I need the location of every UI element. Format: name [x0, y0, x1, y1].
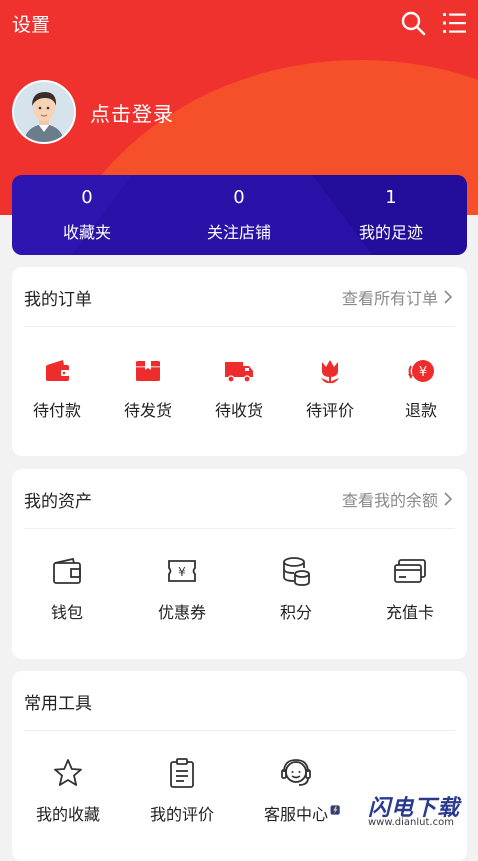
order-item-label: 待收货: [214, 401, 263, 420]
stat-label: 关注店铺: [206, 223, 271, 242]
order-refund[interactable]: ¥ 退款: [390, 357, 452, 421]
order-item-label: 待发货: [123, 401, 172, 420]
watermark-logo-icon: [330, 805, 340, 815]
box-icon: [136, 361, 160, 381]
order-pending-receipt[interactable]: 待收货: [208, 357, 270, 421]
top-bar: 设置: [0, 0, 478, 44]
assets-card: 我的资产 查看我的余额 钱包 ¥ 优惠券 积分 充值卡: [12, 469, 467, 659]
divider: [24, 528, 455, 529]
order-pending-review[interactable]: 待评价: [299, 357, 361, 421]
order-pending-shipment[interactable]: 待发货: [117, 357, 179, 421]
wallet-icon: [46, 360, 69, 381]
card-title: 我的订单: [24, 290, 92, 310]
svg-text:¥: ¥: [419, 365, 427, 380]
asset-item-label: 钱包: [50, 603, 83, 622]
watermark-url: www.dianlut.com: [368, 817, 454, 828]
stat-followed-shops[interactable]: 0 关注店铺: [164, 175, 314, 255]
stat-footprints[interactable]: 1 我的足迹: [316, 175, 466, 255]
divider: [24, 730, 455, 731]
orders-card: 我的订单 查看所有订单 待付款 待发货 待收货 待评价 ¥ 退款: [12, 267, 467, 456]
stat-label: 我的足迹: [358, 223, 423, 242]
star-icon: [54, 759, 82, 786]
chevron-right-icon: [444, 492, 453, 506]
refund-icon: ¥: [408, 360, 434, 382]
avatar[interactable]: [12, 80, 76, 144]
tool-my-favorites[interactable]: 我的收藏: [30, 757, 106, 825]
asset-item-label: 积分: [279, 603, 312, 622]
tool-item-label: 客服中心: [263, 805, 328, 824]
login-link[interactable]: 点击登录: [90, 98, 174, 127]
view-all-orders-label: 查看所有订单: [341, 289, 438, 308]
avatar-face-icon: [14, 82, 74, 142]
tool-item-label: 我的评价: [149, 805, 214, 824]
order-item-label: 待付款: [32, 401, 81, 420]
asset-item-label: 充值卡: [385, 603, 434, 622]
asset-recharge-card[interactable]: 充值卡: [378, 555, 442, 623]
stat-favorites[interactable]: 0 收藏夹: [12, 175, 162, 255]
settings-button[interactable]: 设置: [12, 10, 50, 37]
customer-service-icon: [281, 759, 311, 786]
card-title: 我的资产: [24, 492, 92, 512]
chevron-right-icon: [444, 290, 453, 304]
flower-icon: [321, 360, 339, 384]
view-balance-link[interactable]: 查看我的余额: [342, 487, 453, 511]
coupon-icon: ¥: [168, 560, 196, 582]
tool-item-label: 我的收藏: [35, 805, 100, 824]
wallet-outline-icon: [53, 557, 81, 584]
tool-customer-service[interactable]: 客服中心: [258, 757, 334, 825]
asset-item-label: 优惠券: [157, 603, 206, 622]
stat-value: 0: [233, 187, 245, 208]
stats-bar: 0 收藏夹 0 关注店铺 1 我的足迹: [12, 175, 467, 255]
asset-coupon[interactable]: ¥ 优惠券: [150, 555, 214, 623]
clipboard-icon: [170, 758, 194, 788]
search-icon[interactable]: [400, 10, 426, 36]
order-item-label: 退款: [404, 401, 437, 420]
menu-list-icon[interactable]: [442, 10, 468, 36]
view-balance-label: 查看我的余额: [341, 491, 438, 510]
card-title: 常用工具: [24, 694, 92, 714]
tool-my-reviews[interactable]: 我的评价: [144, 757, 220, 825]
coins-icon: [283, 557, 310, 586]
view-all-orders-link[interactable]: 查看所有订单: [342, 285, 453, 309]
divider: [24, 326, 455, 327]
order-item-label: 待评价: [305, 401, 354, 420]
svg-text:¥: ¥: [178, 565, 186, 579]
asset-wallet[interactable]: 钱包: [35, 555, 99, 623]
stat-value: 0: [81, 187, 93, 208]
tools-card: 常用工具 我的收藏 我的评价 客服中心: [12, 671, 467, 861]
truck-icon: [225, 362, 253, 383]
asset-points[interactable]: 积分: [264, 555, 328, 623]
stat-value: 1: [385, 187, 397, 208]
order-pending-payment[interactable]: 待付款: [26, 357, 88, 421]
card-icon: [394, 559, 426, 583]
stat-label: 收藏夹: [62, 223, 111, 242]
